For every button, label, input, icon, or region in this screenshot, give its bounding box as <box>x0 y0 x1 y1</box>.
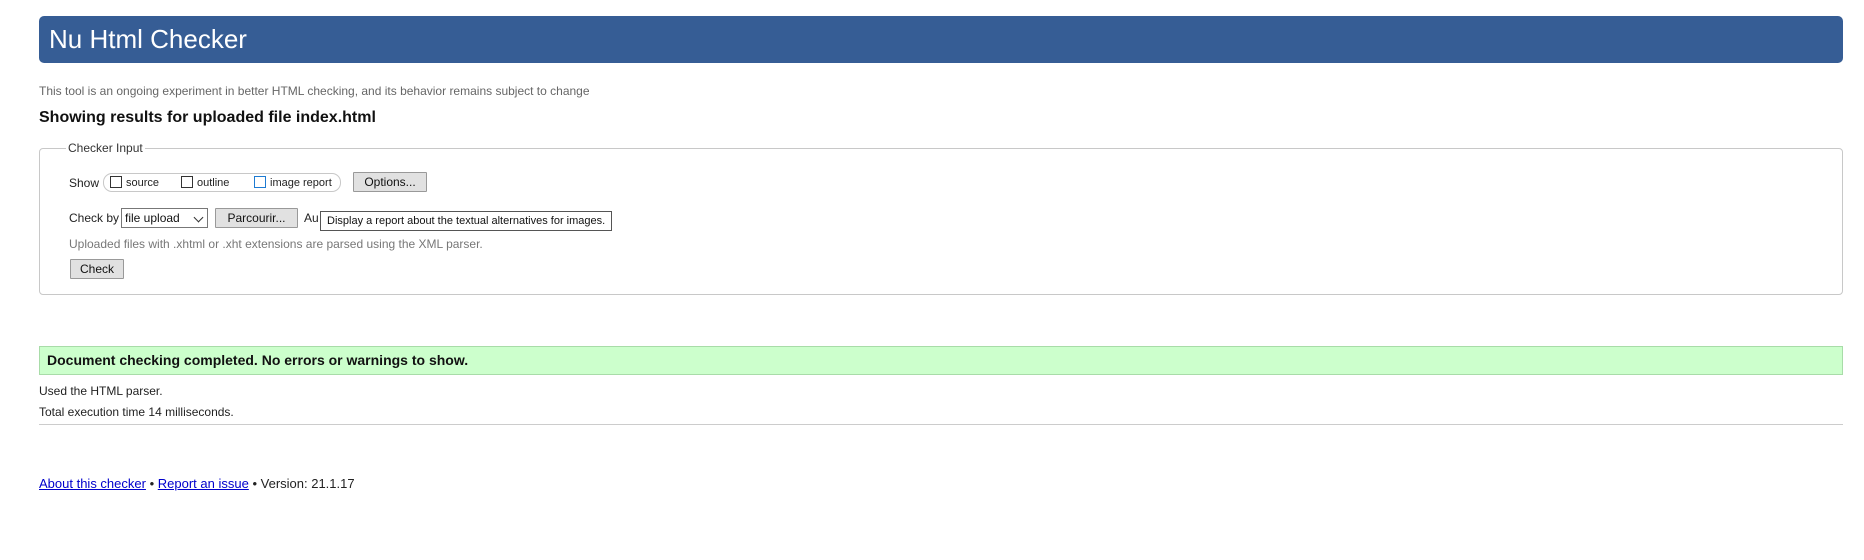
checker-input-legend: Checker Input <box>68 141 143 155</box>
check-by-select[interactable]: file upload <box>121 208 208 228</box>
version-text: Version: 21.1.17 <box>260 476 355 491</box>
source-checkbox-label[interactable]: source <box>126 177 159 189</box>
image-report-tooltip: Display a report about the textual alter… <box>320 211 613 231</box>
check-button[interactable]: Check <box>70 259 124 279</box>
options-button[interactable]: Options... <box>353 172 427 192</box>
show-label: Show <box>69 176 100 190</box>
browse-button[interactable]: Parcourir... <box>215 208 298 228</box>
image-report-checkbox-label[interactable]: image report <box>270 177 332 189</box>
image-report-checkbox[interactable] <box>254 176 266 188</box>
page-footer: About this checker • Report an issue • V… <box>39 476 355 491</box>
experiment-note: This tool is an ongoing experiment in be… <box>39 84 590 98</box>
execution-time-info: Total execution time 14 milliseconds. <box>39 405 234 419</box>
outline-checkbox[interactable] <box>181 176 193 188</box>
footer-separator: • <box>149 476 155 491</box>
success-message: Document checking completed. No errors o… <box>39 346 1843 375</box>
source-checkbox[interactable] <box>110 176 122 188</box>
report-issue-link[interactable]: Report an issue <box>158 476 249 491</box>
file-status-text: Au <box>304 211 319 225</box>
chevron-down-icon <box>193 212 204 223</box>
page-header: Nu Html Checker <box>39 16 1843 63</box>
results-heading: Showing results for uploaded file index.… <box>39 109 376 126</box>
footer-separator: • <box>252 476 258 491</box>
outline-checkbox-label[interactable]: outline <box>197 177 229 189</box>
about-checker-link[interactable]: About this checker <box>39 476 146 491</box>
page-title: Nu Html Checker <box>49 24 247 54</box>
footer-divider <box>39 424 1843 425</box>
check-by-selected-value: file upload <box>125 211 180 225</box>
check-by-label: Check by <box>69 211 120 225</box>
parser-info: Used the HTML parser. <box>39 384 163 398</box>
xml-parser-note: Uploaded files with .xhtml or .xht exten… <box>69 237 483 251</box>
